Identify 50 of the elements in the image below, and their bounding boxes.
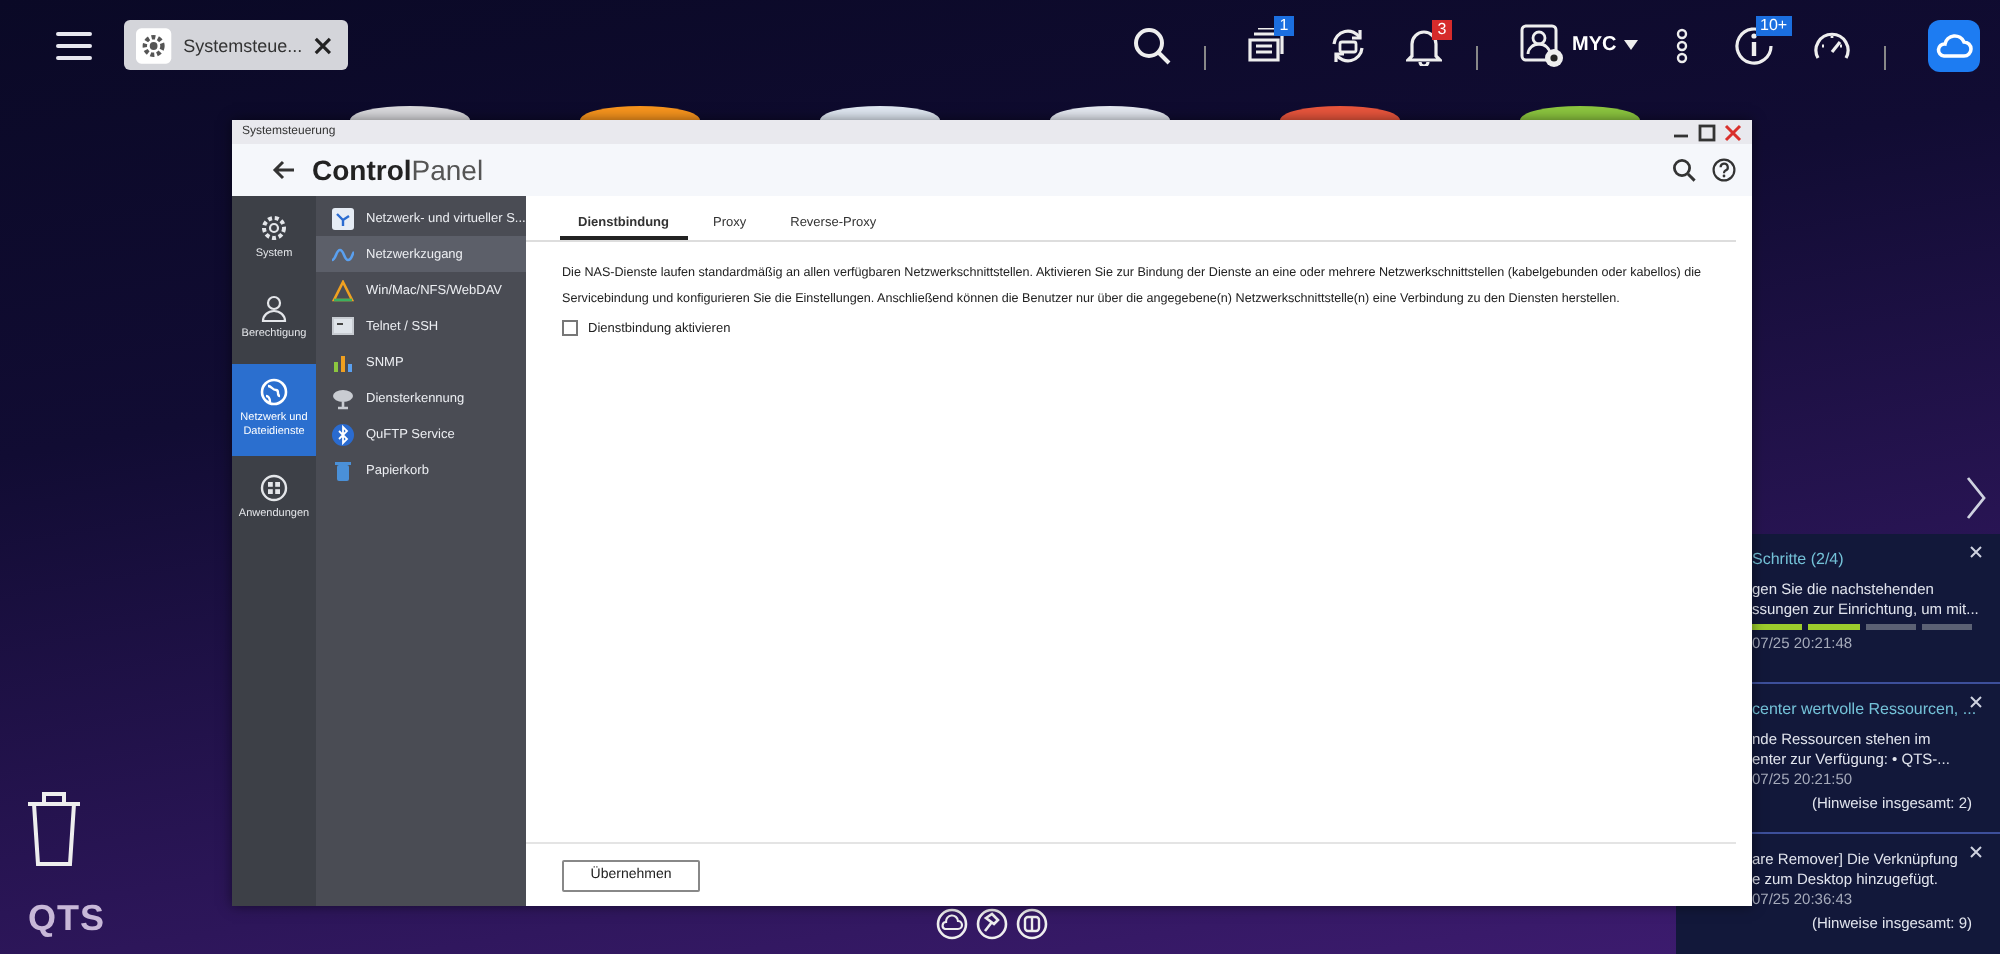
menu-icon[interactable]	[56, 29, 92, 61]
apps-icon	[260, 474, 288, 502]
more-icon[interactable]	[1676, 27, 1688, 63]
app-icon[interactable]	[1050, 106, 1170, 120]
help-icon[interactable]	[1712, 158, 1736, 182]
tab-label: Systemsteue...	[183, 35, 303, 55]
trash-icon	[332, 459, 354, 481]
cloud-icon[interactable]	[1928, 19, 1980, 71]
bluetooth-icon	[332, 423, 354, 445]
hammer-icon[interactable]	[976, 908, 1008, 940]
close-icon[interactable]	[314, 35, 332, 55]
notification-badge: 10+	[1756, 16, 1792, 36]
taskbar-tab[interactable]: Systemsteue...	[124, 20, 348, 70]
close-button[interactable]	[1724, 123, 1742, 141]
app-icon[interactable]	[580, 106, 700, 120]
bar-chart-icon	[332, 351, 354, 373]
notification-badge: 1	[1274, 16, 1294, 36]
gear-icon	[260, 214, 288, 242]
user-menu[interactable]: MYC	[1572, 34, 1617, 56]
trash-icon[interactable]	[24, 788, 84, 868]
app-icon[interactable]	[350, 106, 470, 120]
desktop-label: QTS	[28, 898, 106, 940]
network-icon	[332, 207, 354, 229]
search-icon[interactable]	[1132, 25, 1172, 65]
app-icon[interactable]	[1520, 106, 1640, 120]
wave-icon	[332, 243, 354, 265]
chevron-icon[interactable]	[1966, 476, 1986, 520]
stack-icon[interactable]	[1246, 27, 1286, 63]
user-icon[interactable]	[1520, 23, 1564, 67]
notification-badge: 3	[1432, 20, 1452, 40]
globe-icon	[260, 378, 288, 406]
pause-icon[interactable]	[1016, 908, 1048, 940]
triangle-icon	[332, 279, 354, 301]
notification-title[interactable]: Schritte (2/4)	[1752, 550, 1972, 570]
caret-icon[interactable]	[1624, 40, 1639, 50]
cloud-icon[interactable]	[936, 908, 968, 940]
person-icon	[260, 294, 288, 322]
gauge-icon[interactable]	[1812, 27, 1852, 63]
back-arrow-icon[interactable]	[272, 160, 296, 180]
gear-icon	[136, 25, 172, 65]
monitor-icon	[332, 315, 354, 337]
dish-icon	[332, 387, 354, 409]
bell-icon[interactable]	[1406, 25, 1442, 65]
sync-icon[interactable]	[1328, 25, 1368, 65]
notification-title[interactable]: center wertvolle Ressourcen, ...	[1752, 700, 1972, 720]
app-icon[interactable]	[820, 106, 940, 120]
app-title: ControlPanel	[312, 154, 484, 186]
search-icon[interactable]	[1672, 158, 1696, 182]
maximize-button[interactable]	[1698, 123, 1716, 141]
checkbox[interactable]	[562, 320, 578, 336]
